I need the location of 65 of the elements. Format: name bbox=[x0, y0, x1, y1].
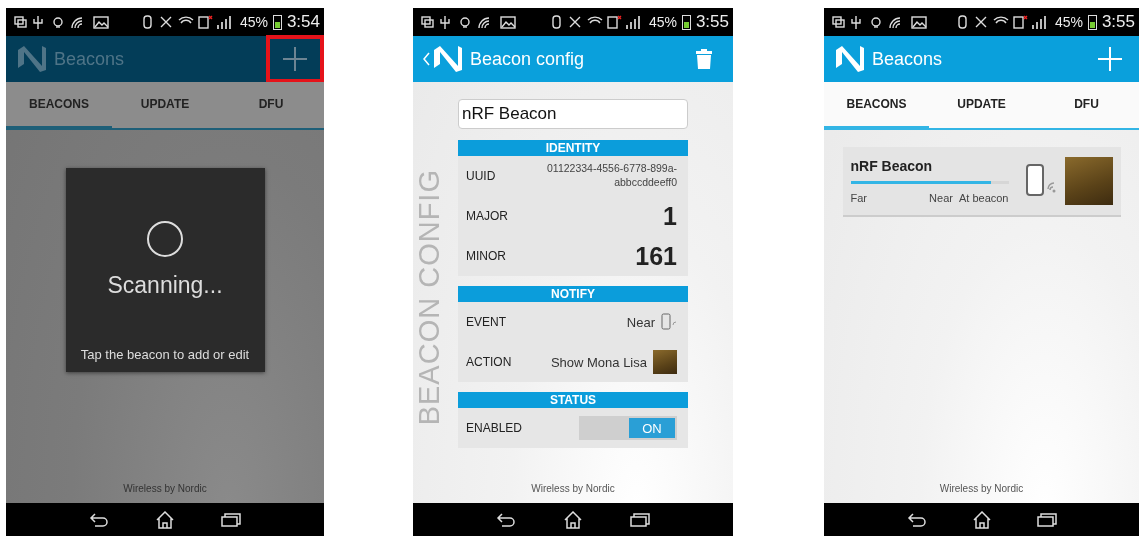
status-time: 3:55 bbox=[695, 12, 729, 32]
action-value: Show Mona Lisa bbox=[550, 354, 647, 370]
app-bar-title: Beacons bbox=[54, 48, 125, 70]
beacon-name: nRF Beacon bbox=[850, 158, 934, 174]
recent-apps-icon[interactable] bbox=[1036, 512, 1057, 527]
row-label: ENABLED bbox=[466, 421, 523, 435]
spinner-icon bbox=[146, 220, 184, 258]
home-icon[interactable] bbox=[155, 510, 175, 529]
phone-signal-icon bbox=[661, 313, 677, 331]
number-value: 161 bbox=[635, 241, 677, 271]
back-icon[interactable] bbox=[89, 512, 109, 527]
plus-icon bbox=[1097, 46, 1123, 72]
plus-icon bbox=[282, 46, 308, 72]
home-icon[interactable] bbox=[563, 510, 583, 529]
trash-icon bbox=[695, 48, 713, 70]
battery-icon bbox=[1087, 14, 1097, 30]
recent-apps-icon[interactable] bbox=[629, 512, 650, 527]
status-time: 3:55 bbox=[1101, 12, 1135, 32]
battery-percent: 45% bbox=[239, 14, 268, 30]
back-icon[interactable] bbox=[906, 512, 927, 527]
name-field[interactable]: nRF Beacon bbox=[458, 99, 688, 129]
row-label: UUID bbox=[466, 169, 496, 183]
dialog-title: Scanning... bbox=[107, 272, 223, 299]
number-value: 1 bbox=[663, 201, 677, 231]
battery-percent: 45% bbox=[648, 14, 677, 30]
section-header: IDENTITY bbox=[458, 140, 688, 156]
row-label: MAJOR bbox=[466, 209, 508, 223]
back-chevron-icon[interactable] bbox=[423, 52, 430, 66]
scale-label: Near bbox=[929, 192, 953, 204]
tab[interactable]: UPDATE bbox=[929, 82, 1034, 130]
tab[interactable]: BEACONS bbox=[824, 82, 929, 130]
dialog-message: Tap the beacon to add or edit bbox=[80, 347, 250, 362]
section-header: STATUS bbox=[458, 392, 688, 408]
tab[interactable]: BEACONS bbox=[6, 82, 112, 130]
row-label: EVENT bbox=[466, 315, 506, 329]
section-header: NOTIFY bbox=[458, 286, 688, 302]
tab[interactable]: DFU bbox=[1034, 82, 1139, 130]
scale-label: Far bbox=[850, 192, 867, 204]
beacon-card[interactable]: nRF Beacon Far Near At beacon bbox=[842, 147, 1121, 217]
footer-text: Wireless by Nordic bbox=[939, 483, 1024, 494]
battery-percent: 45% bbox=[1054, 14, 1083, 30]
battery-icon bbox=[272, 14, 282, 30]
event-value: Near bbox=[626, 314, 655, 330]
side-label: BEACON CONFIG bbox=[413, 169, 446, 426]
phone-signal-icon bbox=[1024, 163, 1057, 199]
status-time: 3:54 bbox=[286, 12, 320, 32]
footer-text: Wireless by Nordic bbox=[531, 483, 615, 494]
tab[interactable]: UPDATE bbox=[112, 82, 218, 130]
home-icon[interactable] bbox=[971, 510, 992, 529]
footer-text: Wireless by Nordic bbox=[123, 483, 207, 494]
row-label: ACTION bbox=[466, 355, 512, 369]
tab[interactable]: DFU bbox=[218, 82, 324, 130]
logo-icon bbox=[834, 44, 866, 74]
painting-placeholder bbox=[653, 350, 677, 374]
logo-icon bbox=[432, 44, 464, 74]
row-label: MINOR bbox=[466, 249, 506, 263]
scale-label: At beacon bbox=[958, 192, 1009, 204]
app-bar-title: Beacon config bbox=[470, 48, 585, 70]
battery-icon bbox=[681, 14, 691, 30]
painting-placeholder bbox=[1064, 157, 1113, 205]
uuid-value: 01122334-4556-6778-899a-abbccddeeff0 bbox=[546, 162, 677, 190]
recent-apps-icon[interactable] bbox=[221, 512, 241, 527]
app-bar-title: Beacons bbox=[872, 48, 943, 70]
back-icon[interactable] bbox=[496, 512, 517, 527]
logo-icon bbox=[16, 44, 48, 74]
